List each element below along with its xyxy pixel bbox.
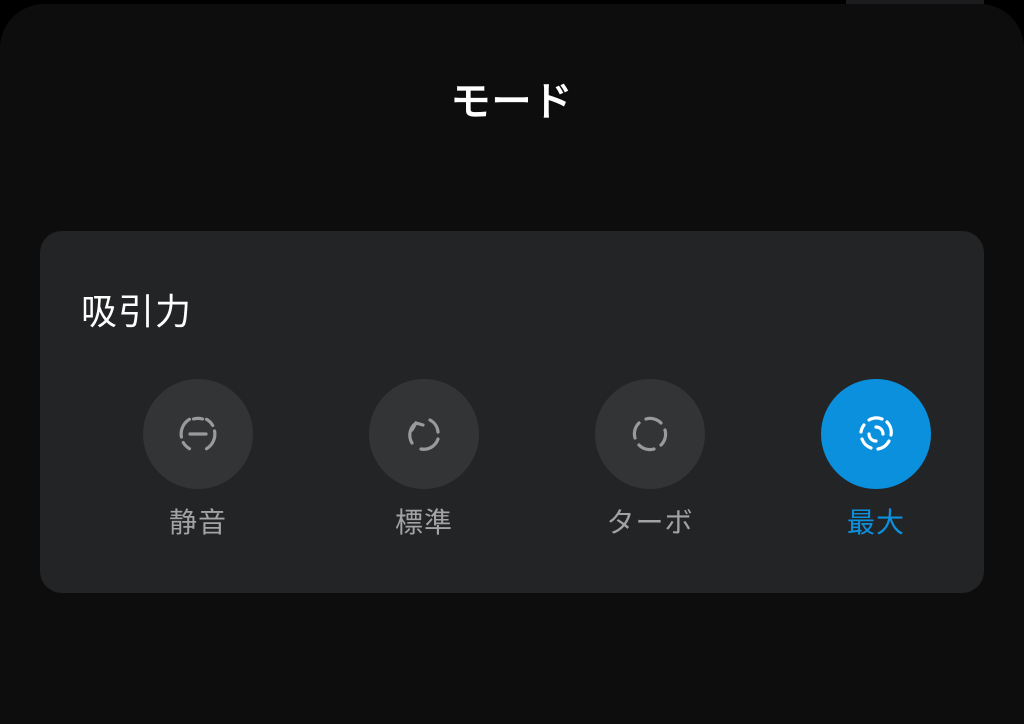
mode-bottom-sheet: モード 吸引力 静音 標準 ターボ 最大 (0, 4, 1024, 724)
quiet-mode-icon (179, 416, 217, 451)
suction-option-standard-label: 標準 (394, 506, 453, 539)
suction-option-turbo-label: ターボ (606, 506, 694, 539)
suction-power-title: 吸引力 (81, 292, 193, 333)
suction-power-card: 吸引力 静音 標準 ターボ 最大 (40, 231, 984, 593)
suction-option-max[interactable]: 最大 (796, 379, 956, 549)
max-mode-icon (859, 416, 893, 451)
suction-option-quiet[interactable]: 静音 (118, 379, 278, 549)
suction-option-turbo[interactable]: ターボ (570, 379, 730, 549)
suction-option-max-label: 最大 (846, 506, 905, 539)
suction-option-standard-button[interactable] (369, 379, 479, 489)
suction-option-max-button[interactable] (821, 379, 931, 489)
suction-option-standard[interactable]: 標準 (344, 379, 504, 549)
suction-option-quiet-button[interactable] (143, 379, 253, 489)
suction-option-turbo-button[interactable] (595, 379, 705, 489)
standard-mode-icon (408, 418, 440, 451)
sheet-title: モード (450, 79, 574, 125)
turbo-mode-icon (632, 416, 668, 452)
suction-option-quiet-label: 静音 (168, 506, 227, 539)
